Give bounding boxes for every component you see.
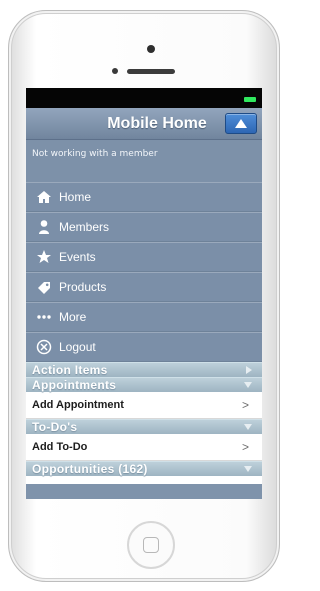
chevron-right-icon: >	[241, 398, 249, 412]
chevron-right-icon	[246, 366, 252, 374]
section-action-items[interactable]: Action Items	[26, 362, 262, 377]
menu-item-logout[interactable]: Logout	[26, 332, 262, 362]
chevron-right-icon: >	[241, 440, 249, 454]
row-label: Add To-Do	[32, 441, 88, 453]
menu-item-members[interactable]: Members	[26, 212, 262, 242]
section-label: Appointments	[32, 378, 117, 392]
menu-item-products[interactable]: Products	[26, 272, 262, 302]
section-appointments[interactable]: Appointments	[26, 377, 262, 392]
star-icon	[36, 249, 52, 265]
section-label: To-Do's	[32, 420, 78, 434]
menu-item-home[interactable]: Home	[26, 182, 262, 212]
add-appointment-row[interactable]: Add Appointment >	[26, 392, 262, 419]
sensor-dot	[112, 68, 118, 74]
page-title: Mobile Home	[107, 114, 207, 132]
arrow-up-icon	[235, 119, 247, 128]
row-label: Add Appointment	[32, 399, 124, 411]
camera-icon	[147, 45, 155, 53]
section-todos[interactable]: To-Do's	[26, 419, 262, 434]
battery-icon	[244, 97, 256, 102]
logout-icon	[36, 339, 52, 355]
user-icon	[36, 219, 52, 235]
menu-item-label: Logout	[59, 340, 96, 354]
menu-spacer	[26, 167, 262, 182]
menu-item-label: Events	[59, 250, 96, 264]
menu-item-events[interactable]: Events	[26, 242, 262, 272]
add-todo-row[interactable]: Add To-Do >	[26, 434, 262, 461]
member-status-text: Not working with a member	[26, 140, 262, 167]
chevron-down-icon	[244, 424, 252, 430]
menu-item-label: Products	[59, 280, 107, 294]
speaker-grille	[127, 69, 175, 74]
page-header: Mobile Home	[26, 108, 262, 140]
menu-item-label: Home	[59, 190, 92, 204]
mobile-screen: Mobile Home Not working with a member Ho…	[26, 88, 262, 499]
status-bar	[26, 88, 262, 108]
home-button-icon	[143, 537, 159, 553]
chevron-down-icon	[244, 382, 252, 388]
menu-item-label: More	[59, 310, 87, 324]
bottom-strip	[26, 476, 262, 484]
collapse-button[interactable]	[225, 113, 257, 134]
section-opportunities[interactable]: Opportunities (162)	[26, 461, 262, 476]
home-icon	[36, 189, 52, 205]
chevron-down-icon	[244, 466, 252, 472]
section-label: Action Items	[32, 363, 108, 377]
menu-item-more[interactable]: More	[26, 302, 262, 332]
tag-icon	[36, 279, 52, 295]
section-label: Opportunities (162)	[32, 462, 148, 476]
menu-item-label: Members	[59, 220, 110, 234]
more-icon	[36, 309, 52, 325]
